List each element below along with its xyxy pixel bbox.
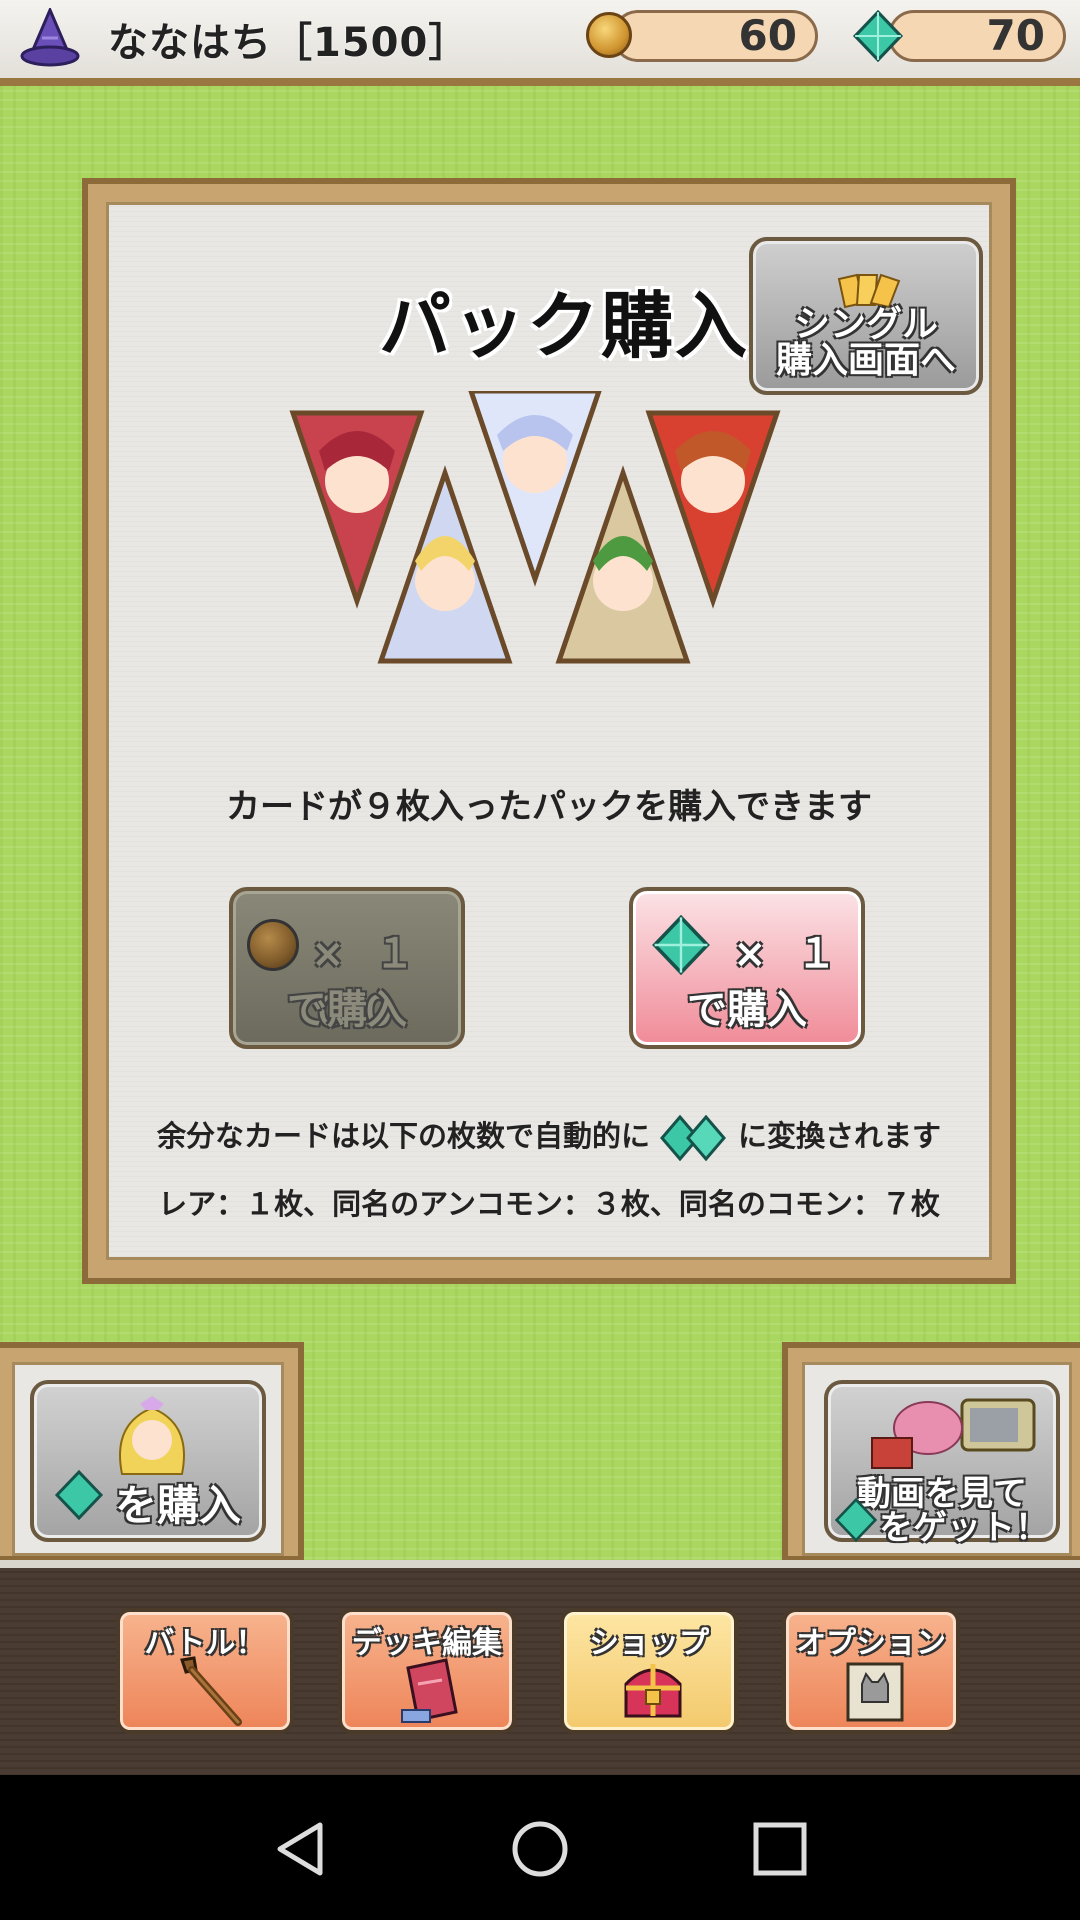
player-name-rating: ななはち［1500］ <box>108 20 470 66</box>
back-icon[interactable] <box>272 1819 332 1879</box>
nav-options-button[interactable]: オプション <box>782 1608 960 1734</box>
gem-count: 70 <box>986 11 1045 60</box>
panel-content: パック購入 シングル 購入画面へ カードが９枚入ったパックを購入できます × １… <box>106 202 992 1260</box>
wand-icon <box>180 1656 242 1726</box>
character-card-5 <box>645 410 781 609</box>
nav-shop-button[interactable]: ショップ <box>560 1608 738 1734</box>
buy-gems-label: を購入 <box>114 1481 241 1530</box>
gem-pair-icon <box>660 1115 726 1161</box>
page-title: パック購入 <box>379 284 750 368</box>
system-navigation-bar <box>0 1775 1080 1920</box>
conversion-note-before: 余分なカードは以下の枚数で自動的に <box>156 1119 650 1153</box>
coin-icon <box>586 12 632 58</box>
nav-battle-button[interactable]: バトル！ <box>116 1608 294 1734</box>
gem-buy-label: で購入 <box>687 987 807 1033</box>
single-label-line2: 購入画面へ <box>775 340 956 381</box>
witch-hat-icon <box>20 8 80 67</box>
buy-gems-button[interactable]: を購入 <box>30 1380 266 1542</box>
watch-video-button[interactable]: 動画を見て をゲット！ <box>824 1380 1060 1548</box>
single-label-line1: シングル <box>793 304 938 345</box>
pack-characters-illustration <box>289 391 781 664</box>
game-screen: ななはち［1500］ 60 70 パック購入 シングル 購入画面へ カードが９枚… <box>0 0 1080 1775</box>
conversion-note: 余分なカードは以下の枚数で自動的に に変換されます <box>109 1113 989 1161</box>
character-card-4 <box>555 465 691 664</box>
character-card-3 <box>468 391 602 587</box>
buy-with-gems-button[interactable]: × １０ で購入 <box>629 887 865 1049</box>
watch-video-panel: 動画を見て をゲット！ <box>782 1342 1080 1562</box>
character-avatar-icon <box>119 1396 185 1475</box>
pack-description: カードが９枚入ったパックを購入できます <box>226 787 872 827</box>
cards-fan-icon <box>837 273 901 309</box>
buy-with-coins-button[interactable]: × １００ で購入 <box>229 887 465 1049</box>
status-header: ななはち［1500］ 60 70 <box>0 0 1080 86</box>
character-card-1 <box>289 410 425 609</box>
bottom-navigation: バトル！ デッキ編集 ショップ オプション <box>0 1560 1080 1775</box>
octopus-character-icon <box>871 1401 963 1469</box>
watch-video-label-line2: をゲット！ <box>879 1508 1049 1548</box>
cat-scroll-icon <box>846 1662 904 1722</box>
deck-icon <box>401 1658 458 1723</box>
home-icon[interactable] <box>510 1819 570 1879</box>
conversion-rates: レア：１枚、同名のアンコモン：３枚、同名のコモン：７枚 <box>158 1187 940 1221</box>
recent-apps-icon[interactable] <box>750 1819 810 1879</box>
gem-icon <box>852 10 904 62</box>
conversion-note-after: に変換されます <box>738 1119 942 1153</box>
gem-icon <box>652 915 710 975</box>
gem-purchase-panel: を購入 <box>0 1342 304 1562</box>
pack-purchase-panel: パック購入 シングル 購入画面へ カードが９枚入ったパックを購入できます × １… <box>82 178 1016 1284</box>
gem-counter: 70 <box>888 10 1066 62</box>
nav-deck-edit-button[interactable]: デッキ編集 <box>338 1608 516 1734</box>
coin-icon <box>247 919 299 971</box>
treasure-chest-icon <box>624 1664 682 1718</box>
coin-buy-label: で購入 <box>287 987 407 1033</box>
single-purchase-button[interactable]: シングル 購入画面へ <box>749 237 983 395</box>
character-card-2 <box>377 465 513 664</box>
coin-count: 60 <box>738 11 797 60</box>
coin-counter: 60 <box>612 10 818 62</box>
